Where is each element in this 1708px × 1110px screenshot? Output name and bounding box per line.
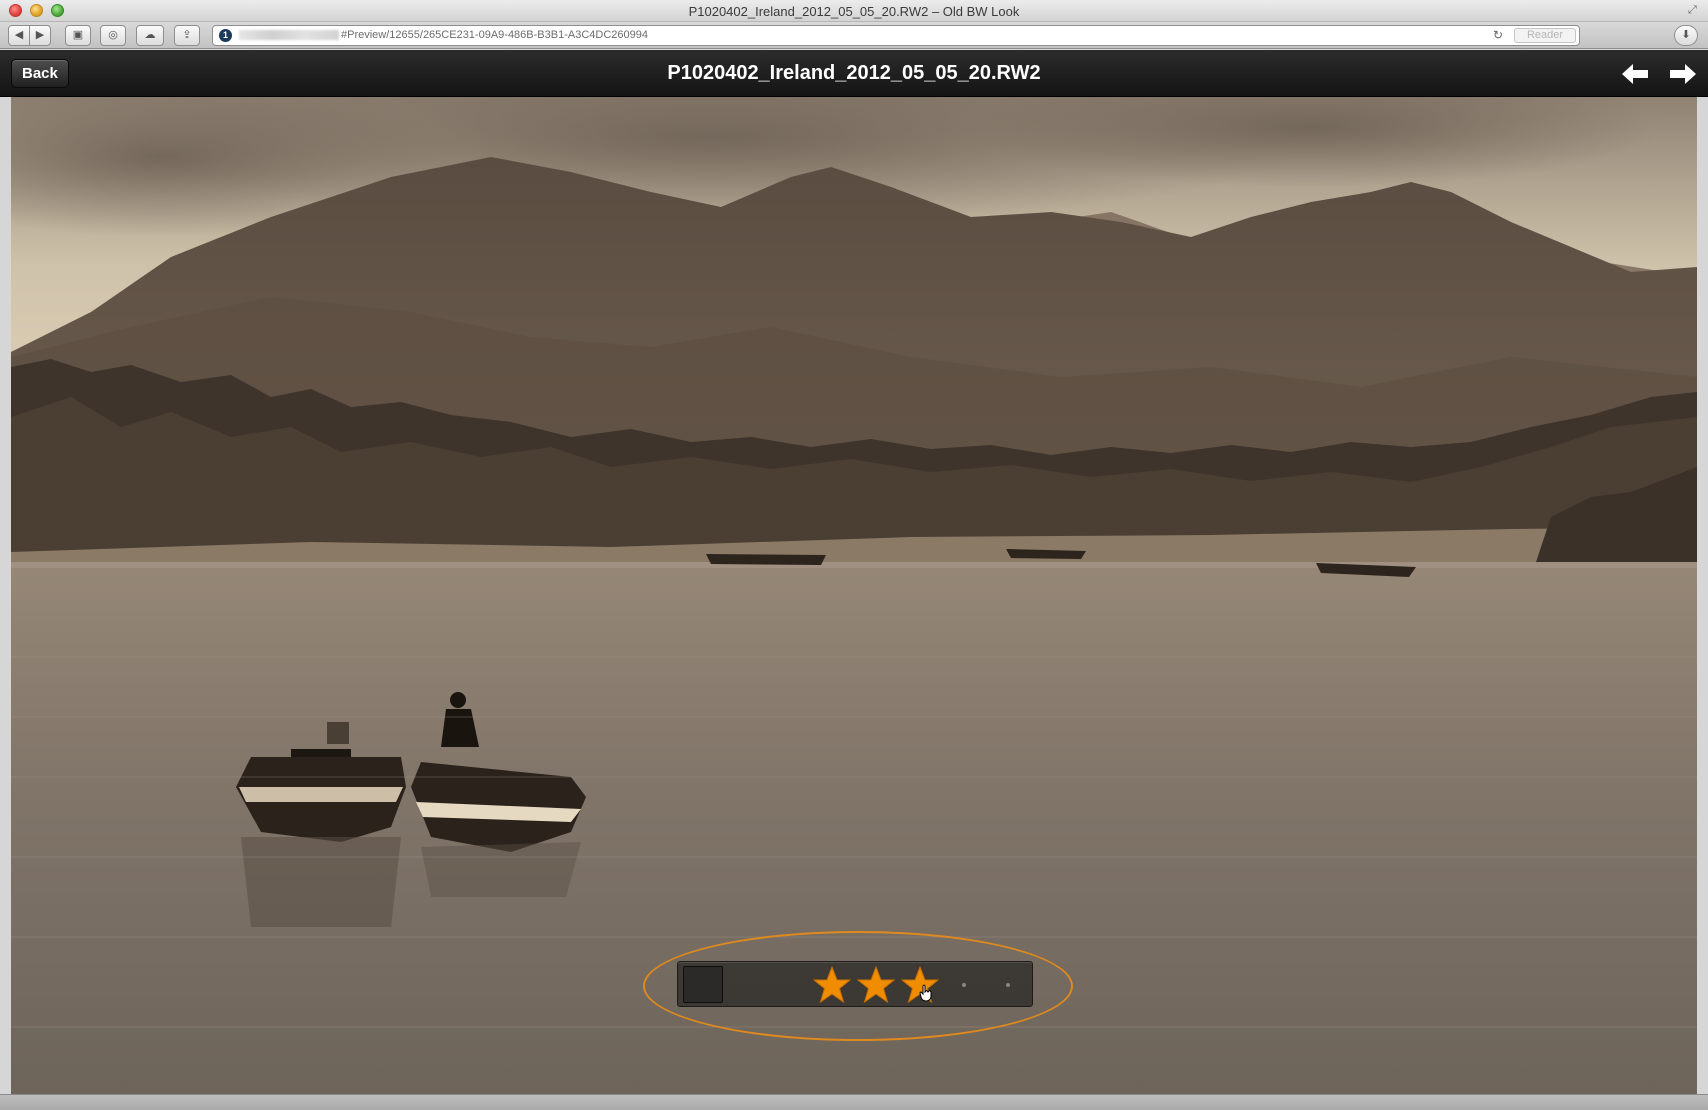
window-titlebar: P1020402_Ireland_2012_05_05_20.RW2 – Old… (0, 0, 1708, 22)
landscape-photo (11, 97, 1697, 1094)
site-favicon-icon: 1 (219, 29, 232, 42)
fullscreen-icon[interactable]: ⤢ (1688, 4, 1700, 16)
rating-star-4[interactable] (942, 965, 986, 1005)
rating-bar (677, 961, 1033, 1007)
empty-star-dot-icon (1006, 983, 1010, 987)
screenshot-icon: ▣ (72, 29, 84, 41)
hand-cursor-icon (919, 984, 932, 1002)
forward-icon: ▶ (35, 29, 45, 41)
reader-button[interactable]: Reader (1514, 28, 1576, 43)
rating-star-2[interactable] (854, 965, 898, 1005)
reload-icon[interactable]: ↻ (1493, 26, 1503, 45)
empty-star-dot-icon (962, 983, 966, 987)
address-bar[interactable]: 1 #Preview/12655/265CE231-09A9-486B-B3B1… (212, 25, 1580, 46)
bookmarks-button[interactable]: ◎ (100, 25, 126, 46)
star-filled-icon (812, 965, 852, 1004)
star-filled-icon (856, 965, 896, 1004)
rating-star-5[interactable] (986, 965, 1030, 1005)
browser-forward-button[interactable]: ▶ (29, 25, 51, 46)
preview-header: Back P1020402_Ireland_2012_05_05_20.RW2 (0, 50, 1708, 97)
arrow-left-icon (1622, 64, 1648, 84)
share-button[interactable]: ⇪ (174, 25, 200, 46)
color-label-swatch[interactable] (683, 966, 723, 1003)
cloud-icon: ☁ (144, 29, 156, 41)
rating-star-1[interactable] (810, 965, 854, 1005)
window-title: P1020402_Ireland_2012_05_05_20.RW2 – Old… (688, 4, 1020, 19)
downloads-icon: ⬇ (1681, 29, 1691, 41)
browser-back-button[interactable]: ◀ (8, 25, 30, 46)
previous-photo-button[interactable] (1620, 62, 1650, 86)
address-url: #Preview/12655/265CE231-09A9-486B-B3B1-A… (341, 29, 648, 41)
photo-preview (11, 97, 1697, 1094)
back-icon: ◀ (14, 29, 24, 41)
redacted-host (239, 30, 339, 41)
browser-toolbar: ◀ ▶ ▣ ◎ ☁ ⇪ 1 #Preview/12655/265CE231-09… (0, 22, 1708, 49)
share-icon: ⇪ (182, 29, 192, 41)
downloads-button[interactable]: ⬇ (1674, 25, 1698, 46)
cloud-button[interactable]: ☁ (136, 25, 164, 46)
arrow-right-icon (1670, 64, 1696, 84)
screenshot-button[interactable]: ▣ (65, 25, 91, 46)
next-photo-button[interactable] (1668, 62, 1698, 86)
page-title: P1020402_Ireland_2012_05_05_20.RW2 (667, 62, 1041, 84)
window-bottom-edge (0, 1094, 1708, 1110)
bookmarks-icon: ◎ (108, 29, 118, 41)
